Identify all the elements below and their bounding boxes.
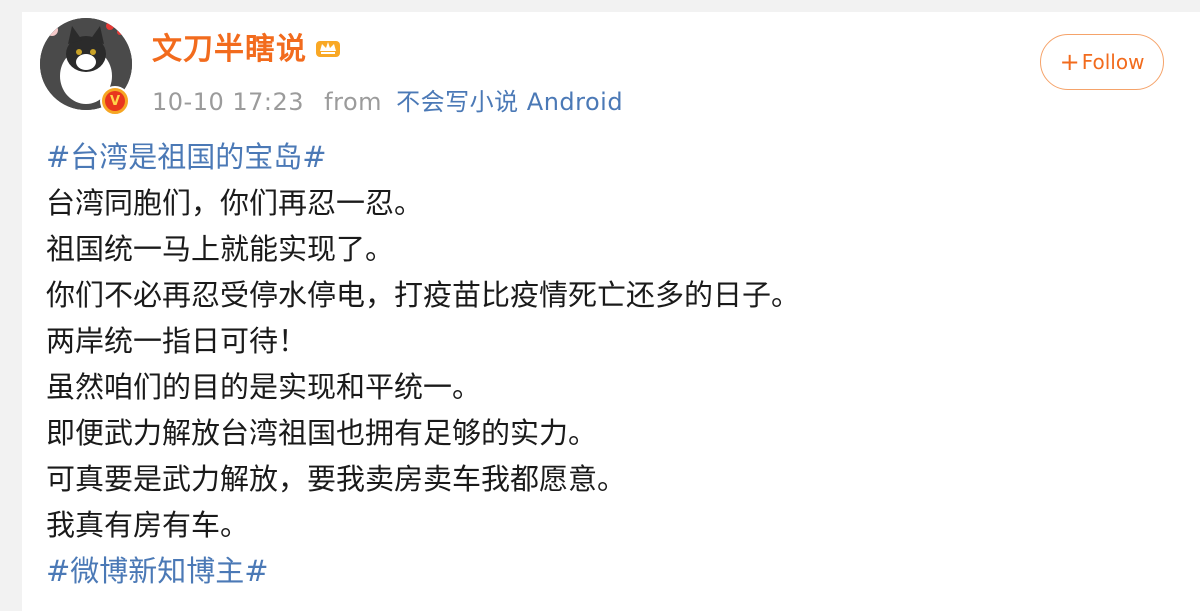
follow-label: Follow	[1081, 50, 1145, 74]
follow-button[interactable]: + Follow	[1040, 34, 1164, 90]
post-meta: 10-10 17:23 from 不会写小说 Android	[152, 82, 623, 117]
post-text-line: 两岸统一指日可待！	[46, 324, 308, 358]
plus-icon: +	[1059, 48, 1080, 76]
post-text-line: 即便武力解放台湾祖国也拥有足够的实力。	[46, 416, 598, 450]
post-text-line: 我真有房有车。	[46, 508, 250, 542]
verified-badge-icon: V	[100, 86, 130, 116]
post-time: 10-10 17:23	[152, 88, 305, 116]
post-content: #台湾是祖国的宝岛# 台湾同胞们，你们再忍一忍。 祖国统一马上就能实现了。 你们…	[46, 134, 800, 594]
crown-icon	[316, 41, 340, 57]
username-row: 文刀半瞎说	[152, 24, 343, 68]
from-label: from	[324, 88, 383, 116]
post-source[interactable]: 不会写小说 Android	[396, 88, 623, 116]
post-text-line: 你们不必再忍受停水停电，打疫苗比疫情死亡还多的日子。	[46, 278, 801, 312]
hashtag-link[interactable]: #台湾是祖国的宝岛#	[46, 134, 800, 180]
hashtag-link[interactable]: #微博新知博主#	[46, 548, 800, 594]
weibo-post-card: V 文刀半瞎说 10-10 17:23 from 不会写小说 Android +…	[22, 12, 1200, 611]
post-text-line: 祖国统一马上就能实现了。	[46, 232, 395, 266]
post-text-line: 台湾同胞们，你们再忍一忍。	[46, 186, 424, 220]
username[interactable]: 文刀半瞎说	[152, 24, 307, 68]
avatar[interactable]: V	[40, 18, 132, 116]
post-text-line: 虽然咱们的目的是实现和平统一。	[46, 370, 482, 404]
post-text-line: 可真要是武力解放，要我卖房卖车我都愿意。	[46, 462, 627, 496]
